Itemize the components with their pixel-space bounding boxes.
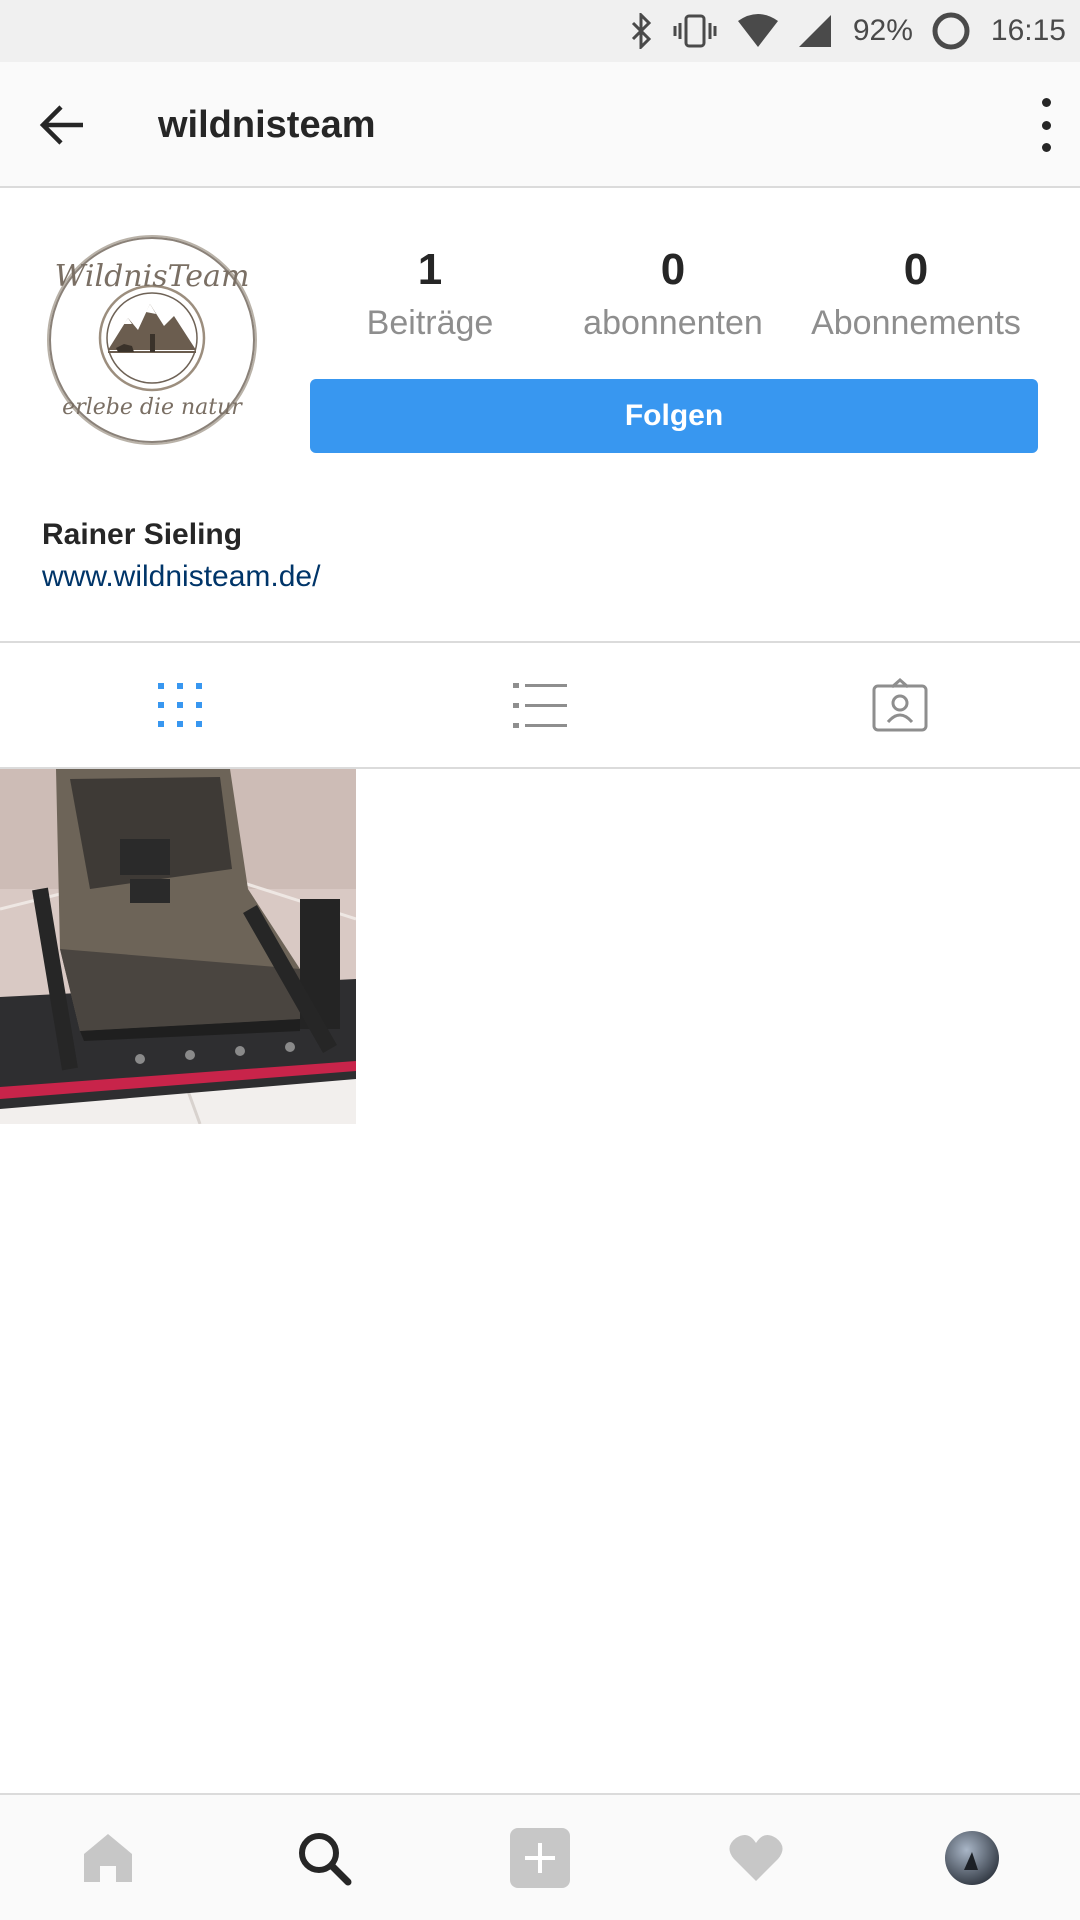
bottom-nav — [0, 1793, 1080, 1920]
add-post-icon — [510, 1827, 570, 1888]
tab-grid[interactable] — [0, 643, 360, 767]
stat-following[interactable]: 0 Abonnements — [796, 244, 1036, 346]
stat-posts[interactable]: 1 Beiträge — [310, 244, 550, 346]
stat-followers[interactable]: 0 abonnenten — [553, 244, 793, 346]
followers-count: 0 — [660, 245, 686, 294]
tab-list[interactable] — [360, 643, 720, 767]
tagged-icon — [872, 678, 928, 732]
nav-activity[interactable] — [648, 1795, 864, 1920]
wildnisteam-logo-icon: WildnisTeam erlebe die natur — [47, 235, 257, 445]
followers-label: abonnenten — [583, 304, 763, 342]
posts-count: 1 — [417, 245, 443, 294]
cell-signal-icon — [797, 13, 833, 49]
profile-avatar[interactable]: WildnisTeam erlebe die natur — [46, 234, 258, 446]
app-bar: wildnisteam — [0, 62, 1080, 188]
logo-text: WildnisTeam — [55, 259, 250, 294]
logo-tagline: erlebe die natur — [62, 395, 243, 420]
post-thumbnail[interactable] — [0, 769, 356, 1124]
nav-search[interactable] — [216, 1795, 432, 1920]
profile-stats: 1 Beiträge 0 abonnenten 0 Abonnements — [310, 244, 1040, 354]
status-bar: 92% 16:15 — [0, 0, 1080, 62]
nav-home[interactable] — [0, 1795, 216, 1920]
nav-profile[interactable] — [864, 1795, 1080, 1920]
follow-button[interactable]: Folgen — [310, 379, 1038, 453]
clock: 16:15 — [990, 14, 1066, 47]
more-options-button[interactable] — [1034, 98, 1058, 152]
page-title: wildnisteam — [158, 104, 376, 146]
following-label: Abonnements — [811, 304, 1021, 342]
posts-label: Beiträge — [366, 304, 494, 342]
bluetooth-icon — [629, 13, 653, 49]
home-icon — [84, 1833, 132, 1882]
heart-icon — [729, 1834, 783, 1881]
profile-name: Rainer Sieling — [42, 518, 243, 551]
profile-tab-bar — [0, 641, 1080, 769]
back-button[interactable] — [36, 100, 88, 150]
list-icon — [513, 683, 567, 728]
grid-icon — [158, 683, 202, 727]
photo-thumbnail — [0, 769, 356, 1124]
battery-percent: 92% — [852, 14, 913, 47]
nav-add-post[interactable] — [432, 1795, 648, 1920]
profile-avatar-icon — [945, 1830, 999, 1885]
battery-icon — [931, 11, 971, 51]
vibrate-icon — [671, 13, 719, 49]
arrow-left-icon — [39, 105, 83, 145]
following-count: 0 — [903, 245, 929, 294]
wifi-icon — [737, 13, 779, 49]
tab-tagged[interactable] — [720, 643, 1080, 767]
more-vertical-icon — [1041, 98, 1051, 107]
website-link[interactable]: www.wildnisteam.de/ — [42, 560, 320, 594]
search-icon — [299, 1832, 352, 1885]
